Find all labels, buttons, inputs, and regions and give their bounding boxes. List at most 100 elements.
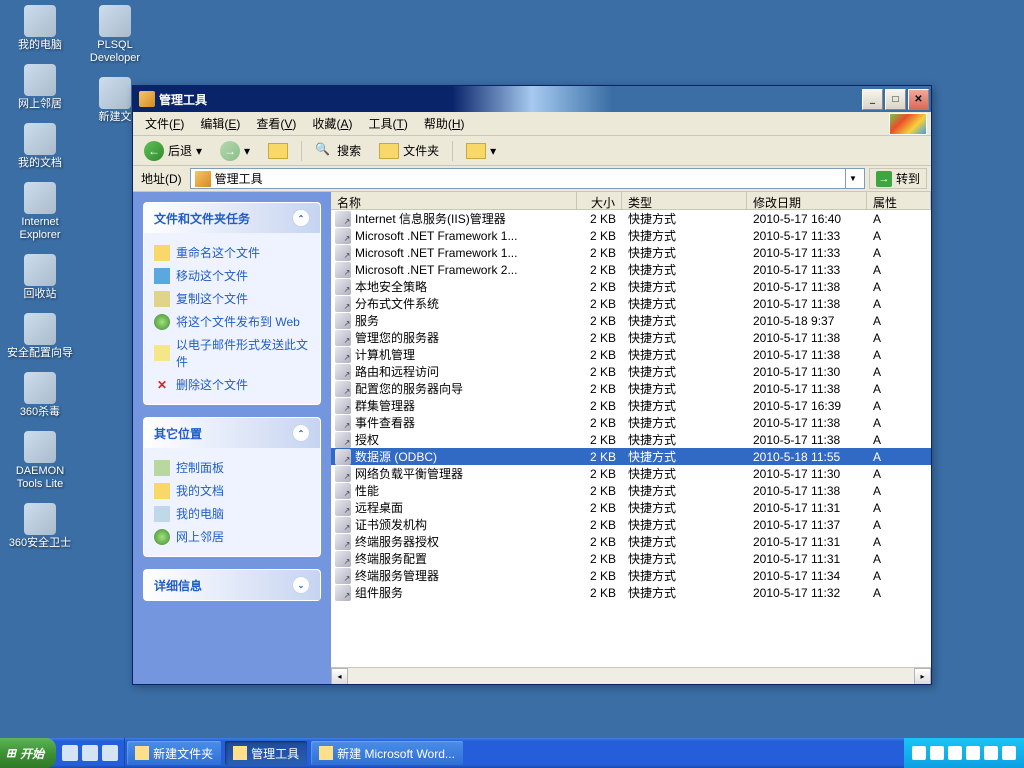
folders-button[interactable]: 文件夹: [372, 138, 446, 163]
col-date[interactable]: 修改日期: [747, 192, 867, 209]
taskbar-task[interactable]: 新建文件夹: [127, 741, 221, 765]
file-row[interactable]: 组件服务2 KB快捷方式2010-5-17 11:32A: [331, 584, 931, 601]
file-row[interactable]: 性能2 KB快捷方式2010-5-17 11:38A: [331, 482, 931, 499]
desktop-icon[interactable]: 360杀毒: [5, 372, 75, 419]
scroll-left-button[interactable]: ◂: [331, 668, 348, 684]
file-row[interactable]: 分布式文件系统2 KB快捷方式2010-5-17 11:38A: [331, 295, 931, 312]
file-row[interactable]: 管理您的服务器2 KB快捷方式2010-5-17 11:38A: [331, 329, 931, 346]
desktop-icon[interactable]: 回收站: [5, 254, 75, 301]
menu-view[interactable]: 查看(V): [248, 112, 304, 135]
taskbar-task[interactable]: 管理工具: [225, 741, 307, 765]
address-combo[interactable]: 管理工具 ▼: [190, 168, 865, 189]
horizontal-scrollbar[interactable]: ◂ ▸: [331, 667, 931, 684]
close-button[interactable]: ✕: [908, 89, 929, 110]
scroll-track[interactable]: [348, 668, 914, 684]
file-row[interactable]: 本地安全策略2 KB快捷方式2010-5-17 11:38A: [331, 278, 931, 295]
menu-help[interactable]: 帮助(H): [416, 112, 473, 135]
file-row[interactable]: Internet 信息服务(IIS)管理器2 KB快捷方式2010-5-17 1…: [331, 210, 931, 227]
tray-icon[interactable]: [912, 746, 926, 760]
icon-label: PLSQL Developer: [80, 39, 150, 65]
place-icon: [154, 483, 170, 499]
file-row[interactable]: 终端服务器授权2 KB快捷方式2010-5-17 11:31A: [331, 533, 931, 550]
place-item[interactable]: 网上邻居: [154, 525, 310, 548]
tray-icon[interactable]: [1002, 746, 1016, 760]
back-button[interactable]: ←后退 ▾: [137, 137, 209, 165]
up-button[interactable]: [261, 139, 295, 163]
file-row[interactable]: 服务2 KB快捷方式2010-5-18 9:37A: [331, 312, 931, 329]
file-row[interactable]: 路由和远程访问2 KB快捷方式2010-5-17 11:30A: [331, 363, 931, 380]
go-button[interactable]: →转到: [869, 168, 927, 189]
forward-button[interactable]: → ▾: [213, 137, 257, 165]
desktop-icon[interactable]: PLSQL Developer: [80, 5, 150, 65]
file-row[interactable]: Microsoft .NET Framework 2...2 KB快捷方式201…: [331, 261, 931, 278]
ql-icon[interactable]: [62, 745, 78, 761]
col-name[interactable]: 名称: [331, 192, 577, 209]
file-row[interactable]: 数据源 (ODBC)2 KB快捷方式2010-5-18 11:55A: [331, 448, 931, 465]
file-row[interactable]: 终端服务管理器2 KB快捷方式2010-5-17 11:34A: [331, 567, 931, 584]
rows-container[interactable]: Internet 信息服务(IIS)管理器2 KB快捷方式2010-5-17 1…: [331, 210, 931, 667]
ql-icon[interactable]: [102, 745, 118, 761]
system-tray[interactable]: [904, 738, 1024, 768]
place-item[interactable]: 我的文档: [154, 479, 310, 502]
shortcut-icon: [335, 381, 351, 397]
file-row[interactable]: 终端服务配置2 KB快捷方式2010-5-17 11:31A: [331, 550, 931, 567]
search-button[interactable]: 🔍搜索: [308, 138, 368, 164]
task-item[interactable]: 将这个文件发布到 Web: [154, 310, 310, 333]
file-row[interactable]: 事件查看器2 KB快捷方式2010-5-17 11:38A: [331, 414, 931, 431]
task-icon: [154, 314, 170, 330]
tasks-header[interactable]: 文件和文件夹任务⌃: [144, 203, 320, 233]
shortcut-icon: [335, 228, 351, 244]
views-button[interactable]: ▾: [459, 139, 503, 163]
shortcut-icon: [335, 551, 351, 567]
tray-icon[interactable]: [930, 746, 944, 760]
tray-icon[interactable]: [948, 746, 962, 760]
task-item[interactable]: ✕删除这个文件: [154, 373, 310, 396]
file-row[interactable]: 网络负载平衡管理器2 KB快捷方式2010-5-17 11:30A: [331, 465, 931, 482]
file-row[interactable]: 群集管理器2 KB快捷方式2010-5-17 16:39A: [331, 397, 931, 414]
ql-icon[interactable]: [82, 745, 98, 761]
file-row[interactable]: Microsoft .NET Framework 1...2 KB快捷方式201…: [331, 244, 931, 261]
col-size[interactable]: 大小: [577, 192, 622, 209]
tray-icon[interactable]: [966, 746, 980, 760]
shortcut-icon: [335, 245, 351, 261]
start-button[interactable]: ⊞ 开始: [0, 738, 56, 768]
titlebar[interactable]: 管理工具 _ □ ✕: [133, 86, 931, 112]
address-dropdown-icon[interactable]: ▼: [845, 169, 860, 188]
details-header[interactable]: 详细信息⌄: [144, 570, 320, 600]
file-row[interactable]: 授权2 KB快捷方式2010-5-17 11:38A: [331, 431, 931, 448]
scroll-right-button[interactable]: ▸: [914, 668, 931, 684]
places-header[interactable]: 其它位置⌃: [144, 418, 320, 448]
desktop-icon[interactable]: 网上邻居: [5, 64, 75, 111]
task-item[interactable]: 移动这个文件: [154, 264, 310, 287]
menu-tools[interactable]: 工具(T): [360, 112, 415, 135]
menu-edit[interactable]: 编辑(E): [192, 112, 248, 135]
minimize-button[interactable]: _: [862, 89, 883, 110]
maximize-button[interactable]: □: [885, 89, 906, 110]
task-item[interactable]: 复制这个文件: [154, 287, 310, 310]
icon-label: DAEMON Tools Lite: [5, 465, 75, 491]
file-icon: [24, 64, 56, 96]
file-row[interactable]: 远程桌面2 KB快捷方式2010-5-17 11:31A: [331, 499, 931, 516]
place-item[interactable]: 我的电脑: [154, 502, 310, 525]
desktop-icon[interactable]: 我的文档: [5, 123, 75, 170]
file-row[interactable]: 配置您的服务器向导2 KB快捷方式2010-5-17 11:38A: [331, 380, 931, 397]
desktop-icon[interactable]: 360安全卫士: [5, 503, 75, 550]
col-attr[interactable]: 属性: [867, 192, 931, 209]
menu-file[interactable]: 文件(F): [137, 112, 192, 135]
desktop[interactable]: 我的电脑网上邻居我的文档Internet Explorer回收站安全配置向导36…: [0, 0, 1024, 738]
task-item[interactable]: 以电子邮件形式发送此文件: [154, 333, 310, 373]
icon-label: 360杀毒: [5, 406, 75, 419]
taskbar-task[interactable]: 新建 Microsoft Word...: [311, 741, 463, 765]
file-row[interactable]: 计算机管理2 KB快捷方式2010-5-17 11:38A: [331, 346, 931, 363]
task-item[interactable]: 重命名这个文件: [154, 241, 310, 264]
menu-favorites[interactable]: 收藏(A): [304, 112, 360, 135]
file-row[interactable]: 证书颁发机构2 KB快捷方式2010-5-17 11:37A: [331, 516, 931, 533]
desktop-icon[interactable]: 我的电脑: [5, 5, 75, 52]
desktop-icon[interactable]: Internet Explorer: [5, 182, 75, 242]
file-row[interactable]: Microsoft .NET Framework 1...2 KB快捷方式201…: [331, 227, 931, 244]
place-item[interactable]: 控制面板: [154, 456, 310, 479]
desktop-icon[interactable]: 安全配置向导: [5, 313, 75, 360]
tray-icon[interactable]: [984, 746, 998, 760]
col-type[interactable]: 类型: [622, 192, 747, 209]
desktop-icon[interactable]: DAEMON Tools Lite: [5, 431, 75, 491]
